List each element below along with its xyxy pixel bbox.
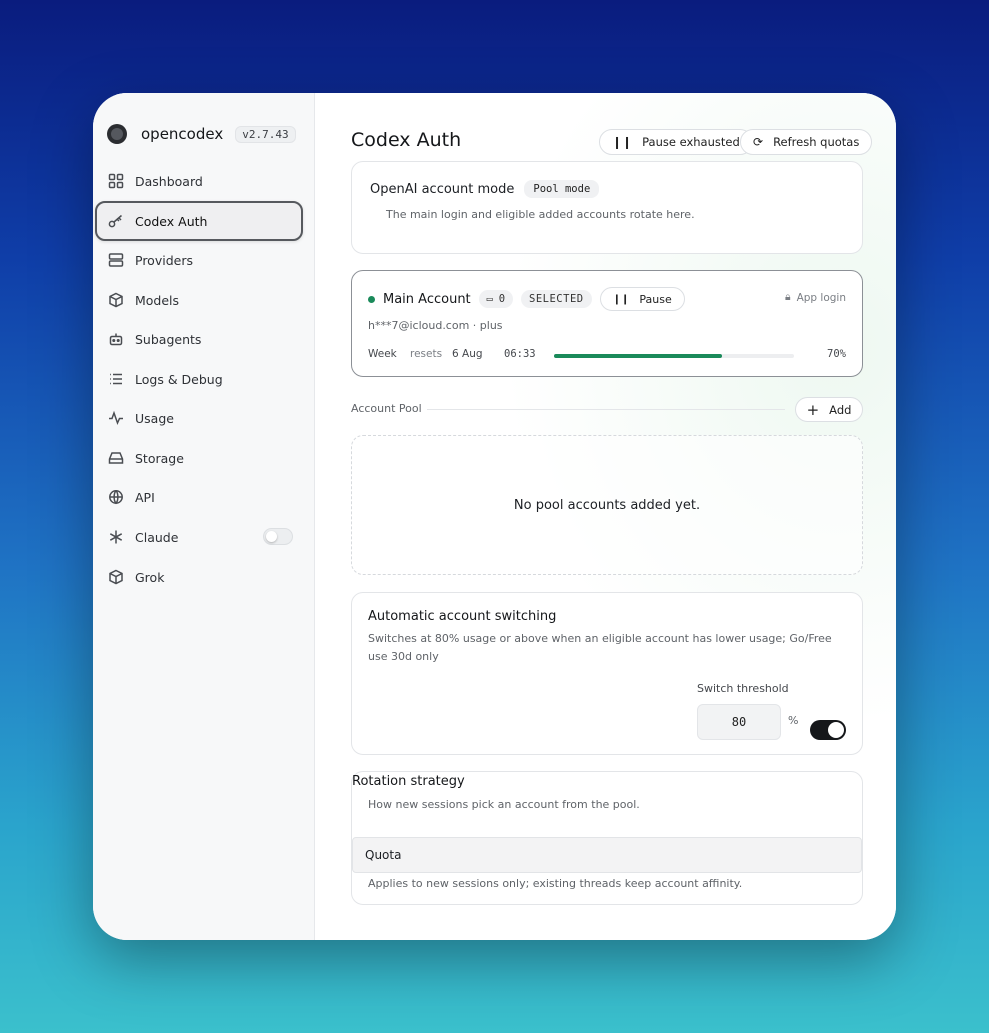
sidebar-item-label: Dashboard: [135, 173, 203, 189]
brand-name: opencodex: [141, 125, 224, 143]
app-login-label: App login: [796, 291, 846, 304]
rotation-strategy-card: Rotation strategy How new sessions pick …: [351, 771, 863, 905]
threshold-label: Switch threshold: [697, 682, 789, 695]
claude-toggle[interactable]: [263, 528, 293, 545]
cube-icon: [107, 291, 125, 309]
bot-icon: [107, 330, 125, 348]
lock-icon: 🔒︎: [784, 291, 791, 303]
account-mode-description: The main login and eligible added accoun…: [386, 208, 695, 221]
threshold-input[interactable]: 80: [697, 704, 781, 740]
rotation-note: Applies to new sessions only; existing t…: [368, 877, 743, 890]
selected-badge: SELECTED: [521, 290, 592, 308]
empty-pool-placeholder: No pool accounts added yet.: [351, 435, 863, 575]
mode-badge: Pool mode: [524, 180, 600, 198]
sidebar-item-label: Grok: [135, 569, 165, 585]
drive-icon: [107, 449, 125, 467]
list-icon: [107, 370, 125, 388]
main-content: Codex Auth ❙❙ Pause exhausted ⟳ Refresh …: [315, 93, 896, 940]
pause-icon: ❙❙: [612, 135, 633, 149]
pause-account-button[interactable]: ❙❙ Pause: [599, 287, 685, 311]
sidebar-item-claude[interactable]: Claude: [95, 517, 303, 557]
session-count: 0: [498, 293, 506, 305]
quota-percent: 70%: [827, 348, 846, 360]
auto-switch-description: Switches at 80% usage or above when an e…: [368, 632, 832, 663]
sidebar-item-api[interactable]: API: [95, 477, 303, 517]
rotation-selected-value: Quota: [365, 848, 402, 862]
account-mode-card: OpenAI account mode Pool mode The main l…: [351, 161, 863, 254]
sidebar-item-providers[interactable]: Providers: [95, 240, 303, 280]
sidebar: opencodex v2.7.43 Dashboard Codex Auth P…: [93, 93, 315, 940]
sidebar-item-usage[interactable]: Usage: [95, 398, 303, 438]
refresh-icon: ⟳: [753, 135, 764, 149]
resets-label: resets: [410, 348, 443, 360]
account-header: Main Account ▭ 0 SELECTED ❙❙ Pause: [368, 287, 685, 311]
threshold-unit: %: [788, 714, 799, 727]
account-mode-title: OpenAI account mode Pool mode: [370, 180, 600, 198]
add-label: Add: [829, 402, 852, 417]
quota-row: Week resets 6 Aug 06:33 70%: [368, 348, 846, 364]
version-badge: v2.7.43: [235, 125, 296, 143]
status-dot: [368, 295, 375, 303]
sidebar-item-storage[interactable]: Storage: [95, 438, 303, 478]
sidebar-item-label: Logs & Debug: [135, 371, 223, 387]
refresh-quotas-label: Refresh quotas: [773, 135, 860, 149]
empty-pool-text: No pool accounts added yet.: [513, 497, 701, 513]
refresh-quotas-button[interactable]: ⟳ Refresh quotas: [740, 129, 873, 155]
rotation-description: How new sessions pick an account from th…: [368, 798, 640, 811]
pause-exhausted-button[interactable]: ❙❙ Pause exhausted: [599, 129, 753, 155]
auto-switch-title: Automatic account switching: [368, 609, 557, 624]
grid-icon: [107, 172, 125, 190]
account-name: Main Account: [383, 291, 471, 307]
sidebar-item-dashboard[interactable]: Dashboard: [95, 161, 303, 201]
pause-icon: ❙❙: [612, 293, 630, 305]
sidebar-item-logs-debug[interactable]: Logs & Debug: [95, 359, 303, 399]
activity-icon: [107, 409, 125, 427]
divider: [427, 409, 785, 410]
sidebar-item-label: API: [135, 489, 155, 505]
sidebar-item-label: Claude: [135, 529, 179, 545]
rotation-title: Rotation strategy: [352, 774, 465, 789]
sidebar-item-label: Codex Auth: [135, 213, 208, 229]
rotation-strategy-select[interactable]: Quota: [352, 837, 862, 873]
sidebar-item-models[interactable]: Models: [95, 280, 303, 320]
quota-progress-bar: [554, 354, 794, 358]
asterisk-icon: [107, 528, 125, 546]
sidebar-item-label: Usage: [135, 410, 174, 426]
globe-icon: [107, 488, 125, 506]
brand: opencodex v2.7.43: [107, 123, 296, 145]
sidebar-item-grok[interactable]: Grok: [95, 557, 303, 597]
quota-period: Week: [368, 348, 397, 360]
plus-icon: +: [806, 400, 820, 419]
app-login: 🔒︎ App login: [785, 291, 846, 304]
sidebar-item-label: Providers: [135, 252, 193, 268]
sidebar-item-subagents[interactable]: Subagents: [95, 319, 303, 359]
account-email: h***7@icloud.com · plus: [368, 319, 503, 332]
add-account-button[interactable]: + Add: [795, 397, 863, 422]
pause-label: Pause: [639, 292, 672, 306]
app-logo: [107, 124, 127, 144]
page-title: Codex Auth: [351, 129, 462, 151]
auto-switch-toggle[interactable]: [810, 720, 846, 740]
server-icon: [107, 251, 125, 269]
app-window: opencodex v2.7.43 Dashboard Codex Auth P…: [93, 93, 896, 940]
account-mode-label: OpenAI account mode: [370, 181, 515, 197]
sidebar-item-label: Subagents: [135, 331, 202, 347]
account-pool-label: Account Pool: [351, 402, 422, 415]
sidebar-item-codex-auth[interactable]: Codex Auth: [95, 201, 303, 241]
reset-time: 06:33: [504, 348, 536, 360]
session-count-badge: ▭ 0: [478, 290, 514, 308]
quota-progress-fill: [554, 354, 722, 358]
auto-switch-card: Automatic account switching Switches at …: [351, 592, 863, 755]
cube-icon: [107, 568, 125, 586]
ticket-icon: ▭: [486, 293, 493, 305]
reset-date: 6 Aug: [452, 348, 483, 360]
main-account-card[interactable]: Main Account ▭ 0 SELECTED ❙❙ Pause 🔒︎ Ap…: [351, 270, 863, 377]
pause-exhausted-label: Pause exhausted: [642, 135, 740, 149]
sidebar-item-label: Models: [135, 292, 180, 308]
key-icon: [107, 212, 125, 230]
sidebar-item-label: Storage: [135, 450, 184, 466]
